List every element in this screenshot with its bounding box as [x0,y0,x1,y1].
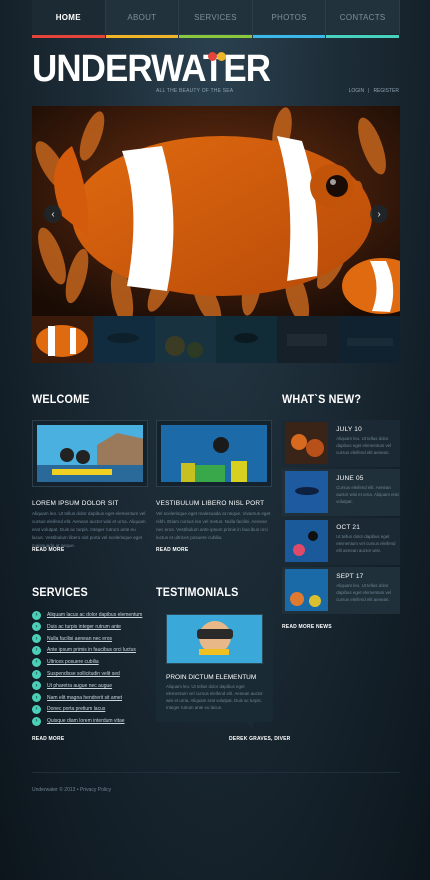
hero-slider: ‹ › [32,106,400,316]
nav-bar-about [105,35,179,38]
testimonial-text: Aliquam leo. Ut tellus dolor dapibus ege… [166,684,263,710]
service-item[interactable]: › Donec porta pretium lacus [32,704,105,714]
service-item-label: Ultrices posuere cubilia [47,659,99,666]
service-item[interactable]: › Suspendisse sollicitudin velit sed [32,669,120,679]
thumbnail[interactable] [154,316,216,363]
testimonial-card: PROIN DICTUM ELEMENTUM Aliquam leo. Ut t… [156,602,273,730]
welcome-card-title: LOREM IPSUM DOLOR SIT [32,500,119,507]
arrow-right-icon: › [32,704,41,714]
welcome-card-image [156,420,272,487]
read-more-news-link[interactable]: READ MORE NEWS [282,624,332,630]
service-item[interactable]: › Ut pharetra augue nec augue [32,681,112,691]
nav-home[interactable]: HOME [32,0,106,38]
slider-prev-button[interactable]: ‹ [44,205,62,223]
service-item[interactable]: › Duis ac turpis integer rutrum ante [32,622,121,632]
welcome-card-text: Vel scelerisque eget malesuada at neque.… [156,511,271,540]
services-heading: SERVICES [32,585,88,599]
service-item-label: Duis ac turpis integer rutrum ante [47,623,121,630]
service-item[interactable]: › Quisque diam lorem interdum vitae [32,716,125,726]
news-thumbnail [285,520,329,562]
arrow-right-icon: › [32,622,41,632]
service-item-label: Ante ipsum primis in faucibus orci luctu… [47,647,136,654]
service-item-label: Suspendisse sollicitudin velit sed [47,671,120,677]
login-link[interactable]: LOGIN [349,88,365,94]
news-thumbnail [285,569,329,611]
service-item[interactable]: › Ante ipsum primis in faucibus orci luct… [32,645,136,655]
news-thumbnail [285,422,329,464]
thumbnail[interactable] [32,316,94,363]
service-item-label: Aliquam lacus ac dolor dapibus elementum [47,612,143,618]
nav-bar-services [179,35,252,38]
testimonial-author: DEREK GRAVES, DIVER [229,736,291,742]
arrow-right-icon: › [32,634,41,644]
service-item[interactable]: › Ultrices posuere cubilia [32,657,99,667]
nav-bar-photos [252,35,326,38]
thumbnail[interactable] [93,316,155,363]
arrow-right-icon: › [32,645,41,655]
thumbnail[interactable] [277,316,339,363]
service-item-label: Quisque diam lorem interdum vitae [47,718,125,725]
news-date: JUNE 05 [336,475,364,482]
site-tagline: ALL THE BEAUTY OF THE SEA [156,88,234,94]
arrow-right-icon: › [32,657,41,667]
nav-services[interactable]: SERVICES [179,0,253,38]
news-date: JULY 10 [336,426,362,433]
welcome-card-text: Aliquam leo. Ut tellus dolor dapibus ege… [32,511,146,548]
service-item[interactable]: › Aliquam lacus ac dolor dapibus elementu… [32,610,142,620]
service-item-label: Ut pharetra augue nec augue [47,682,113,689]
news-date: OCT 21 [336,524,361,531]
news-item[interactable]: JUNE 05 Cursus eleifend elit. Aenean auc… [282,469,400,516]
testimonial-image [166,614,263,664]
site-logo[interactable]: UNDERWATER [32,48,271,91]
service-item-label: Nam elit magna hendrerit sit amet [47,694,123,701]
nav-bar-contacts [326,35,399,38]
testimonial-notch [246,722,253,730]
arrow-right-icon: › [32,693,41,703]
news-date: SEPT 17 [336,573,364,580]
whats-new-heading: WHAT`S NEW? [282,392,362,406]
service-item-label: Nulla facilisi aenean nec eros [47,635,113,642]
auth-links: LOGIN | REGISTER [349,88,399,94]
testimonial-title: PROIN DICTUM ELEMENTUM [166,674,257,681]
news-item[interactable]: OCT 21 Ut tellus dolor dapibus eget elem… [282,518,400,565]
footer-text: Underwater © 2013 • Privacy Policy [32,787,112,793]
welcome-read-more-link[interactable]: READ MORE [156,547,188,553]
auth-separator: | [368,88,370,94]
slider-next-button[interactable]: › [370,205,388,223]
news-text: Cursus eleifend elit. Aenean auctor wisi… [336,485,399,504]
thumbnail[interactable] [215,316,278,363]
service-item[interactable]: › Nam elit magna hendrerit sit amet [32,693,122,703]
services-read-more-link[interactable]: READ MORE [32,736,64,742]
welcome-heading: WELCOME [32,392,90,406]
news-item[interactable]: JULY 10 Aliquam leo. Ut tellus dolor dap… [282,420,400,467]
thumbnail[interactable] [338,316,400,363]
nav-contacts[interactable]: CONTACTS [326,0,400,38]
welcome-read-more-link[interactable]: READ MORE [32,547,64,553]
testimonials-heading: TESTIMONIALS [156,585,239,599]
arrow-right-icon: › [32,681,41,691]
arrow-right-icon: › [32,669,41,679]
nav-photos[interactable]: PHOTOS [252,0,327,38]
news-thumbnail [285,471,329,513]
logo-dots-icon [208,52,230,62]
news-item[interactable]: SEPT 17 Aliquam leo. Ut tellus dolor dap… [282,567,400,614]
news-text: Aliquam leo. Ut tellus dolor dapibus ege… [336,436,392,455]
slider-thumbnails [32,316,400,363]
arrow-right-icon: › [32,716,41,726]
clownfish-image [32,106,400,316]
nav-bar-home [32,35,105,38]
service-item[interactable]: › Nulla facilisi aenean nec eros [32,634,112,644]
footer-divider [32,772,400,773]
main-nav: HOME ABOUT SERVICES PHOTOS CONTACTS [32,0,400,38]
service-item-label: Donec porta pretium lacus [47,706,106,713]
news-text: Aliquam leo. Ut tellus dolor dapibus ege… [336,583,392,602]
welcome-card-title: VESTIBULUM LIBERO NISL PORT [156,500,265,507]
register-link[interactable]: REGISTER [373,88,399,94]
nav-about[interactable]: ABOUT [105,0,180,38]
arrow-right-icon: › [32,610,41,620]
news-text: Ut tellus dolor dapibus eget elementum v… [336,534,396,553]
welcome-card-image [32,420,148,487]
